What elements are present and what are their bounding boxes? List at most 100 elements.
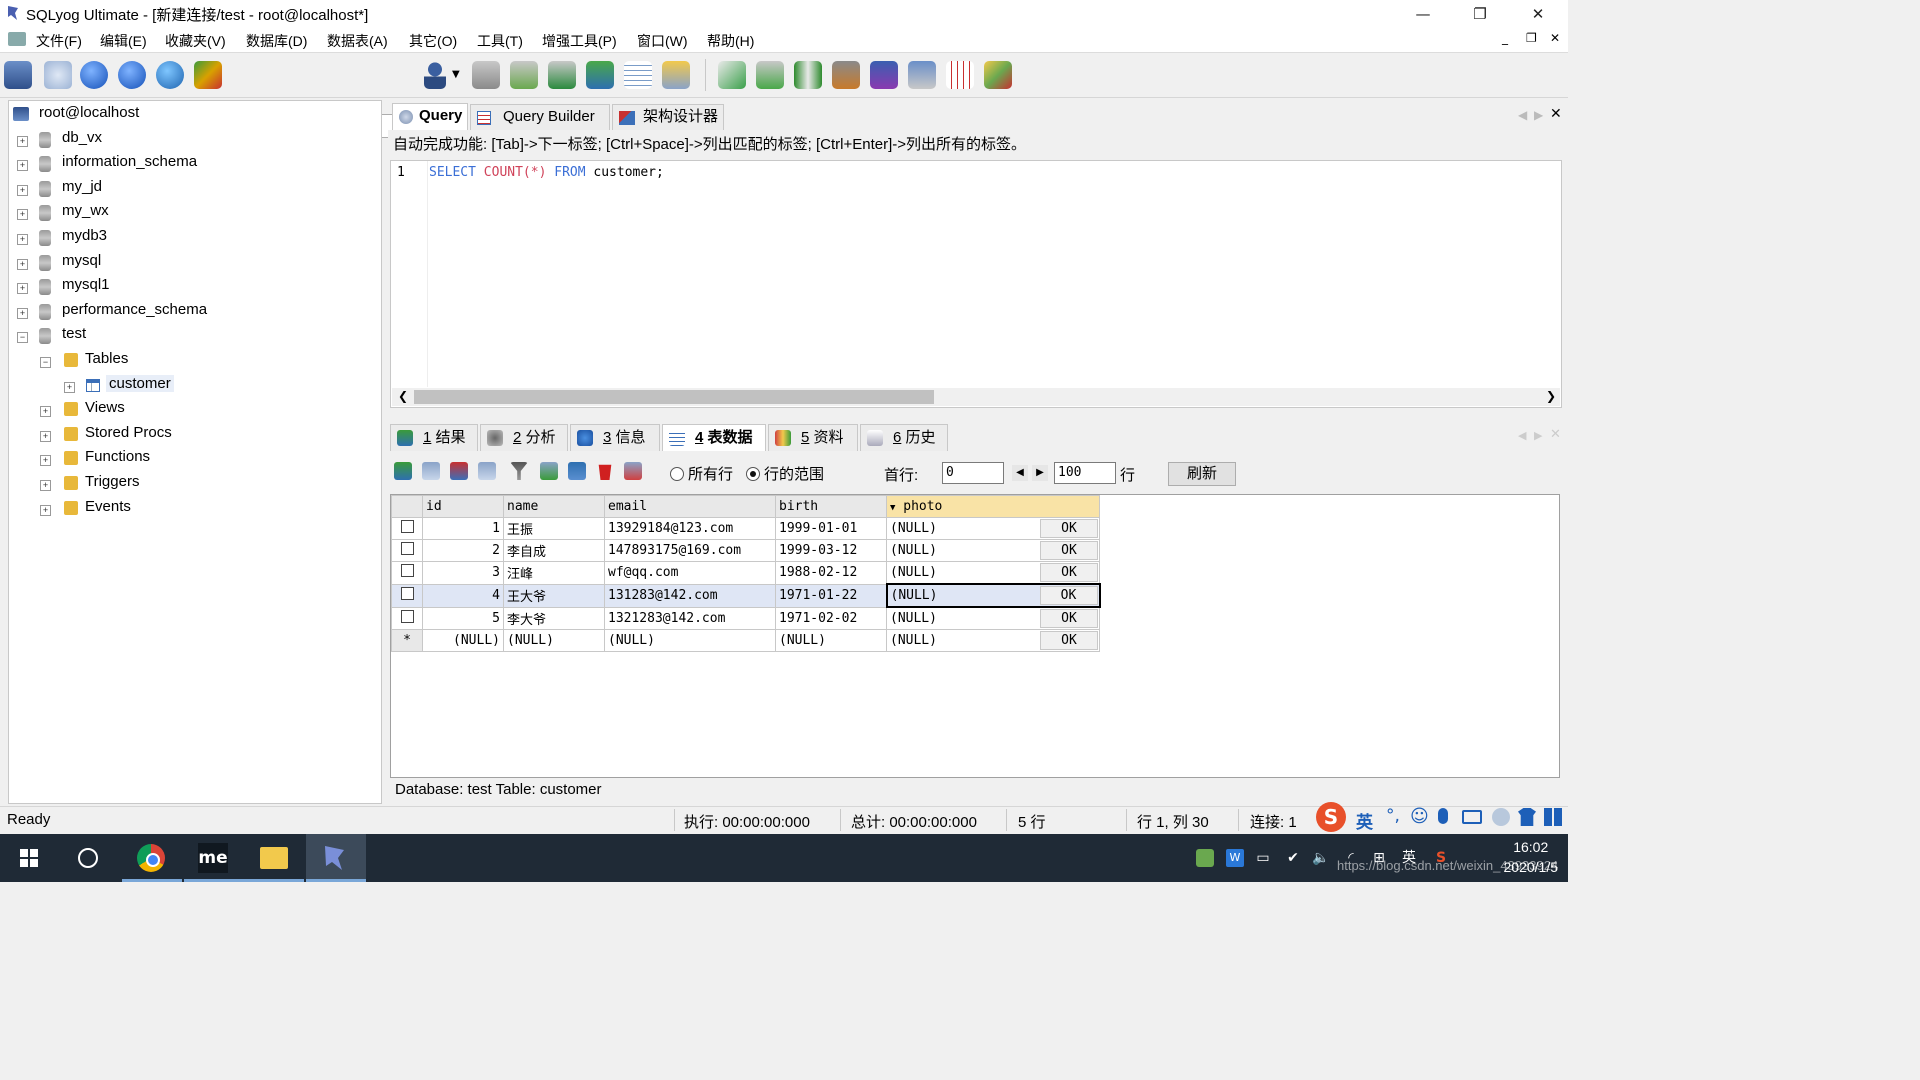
expand-icon[interactable]: + <box>17 135 28 147</box>
result-tab-4[interactable]: 4 表数据 <box>662 424 766 451</box>
expand-icon[interactable]: + <box>17 160 28 172</box>
explorer-taskbar-item[interactable] <box>244 834 304 882</box>
new-row[interactable]: * (NULL) (NULL) (NULL) (NULL) (NULL) OK <box>391 629 1100 652</box>
cell-id[interactable]: (NULL) <box>422 629 504 652</box>
table-row[interactable]: 2 李自成 147893175@169.com 1999-03-12 (NULL… <box>391 539 1100 562</box>
refresh-button[interactable]: 刷新 <box>1168 462 1236 486</box>
tab-query[interactable]: Query <box>392 103 468 131</box>
execute-all-icon[interactable] <box>118 61 146 89</box>
cell-email[interactable]: 1321283@142.com <box>604 606 776 630</box>
expand-icon[interactable]: + <box>17 258 28 270</box>
user-manager-icon[interactable] <box>424 61 446 89</box>
row-selector[interactable] <box>391 606 423 630</box>
sync-icon[interactable] <box>718 61 746 89</box>
maximize-button[interactable]: ❐ <box>1457 2 1503 26</box>
start-button[interactable] <box>0 834 60 882</box>
expand-icon[interactable]: + <box>17 184 28 196</box>
table-row[interactable]: 1 王振 13929184@123.com 1999-01-01 (NULL) O… <box>391 517 1100 540</box>
expand-icon[interactable]: + <box>40 430 51 442</box>
row-checkbox[interactable] <box>400 587 414 600</box>
blob-ok-button[interactable]: OK <box>1040 519 1098 538</box>
result-tab-2[interactable]: 2 分析 <box>480 424 568 451</box>
cell-id[interactable]: 1 <box>422 517 504 540</box>
mdi-close-button[interactable]: ✕ <box>1550 31 1560 45</box>
row-checkbox[interactable] <box>400 609 414 623</box>
tab-schema-designer[interactable]: 架构设计器 <box>612 104 724 130</box>
menu-edit[interactable]: 编辑(E) <box>100 31 147 51</box>
row-checkbox[interactable] <box>400 520 414 533</box>
expand-icon[interactable]: + <box>40 504 51 516</box>
mdi-restore-button[interactable]: ❐ <box>1526 31 1537 45</box>
result-tab-6[interactable]: 6 历史 <box>860 424 948 451</box>
scheduler-icon[interactable] <box>832 61 860 89</box>
execute-query-icon[interactable] <box>80 61 108 89</box>
cell-email[interactable]: 13929184@123.com <box>604 517 776 540</box>
tab-scroll-left-icon[interactable]: ◀ <box>1518 108 1527 122</box>
cell-email[interactable]: 131283@142.com <box>604 583 776 608</box>
battery-tray-icon[interactable]: ▭ <box>1254 849 1272 867</box>
cell-id[interactable]: 3 <box>422 561 504 585</box>
query-profiler-icon[interactable] <box>946 61 974 89</box>
row-range-radio[interactable]: 行的范围 <box>746 463 824 484</box>
duplicate-row-icon[interactable] <box>422 462 440 480</box>
table-row[interactable]: 4 王大爷 131283@142.com 1971-01-22 (NULL) OK <box>391 583 1101 608</box>
microphone-icon[interactable] <box>1438 808 1448 824</box>
column-header-email[interactable]: email <box>604 495 776 518</box>
blob-ok-button[interactable]: OK <box>1040 563 1098 582</box>
all-rows-radio[interactable]: 所有行 <box>670 463 733 484</box>
ime-language-toggle[interactable]: 英 <box>1356 808 1373 833</box>
row-select-header[interactable] <box>391 495 423 518</box>
process-list-icon[interactable] <box>908 61 936 89</box>
minimize-button[interactable]: — <box>1400 2 1446 26</box>
schema-icon[interactable] <box>662 61 690 89</box>
restore-db-icon[interactable] <box>510 61 538 89</box>
favorites-icon[interactable] <box>194 61 222 89</box>
cell-birth[interactable]: (NULL) <box>775 629 887 652</box>
mdi-doc-icon[interactable] <box>8 32 26 46</box>
table-data-icon[interactable] <box>624 61 652 89</box>
cancel-changes-icon[interactable] <box>478 462 496 480</box>
schema-designer-icon[interactable] <box>984 61 1012 89</box>
menu-database[interactable]: 数据库(D) <box>246 31 307 51</box>
cell-photo[interactable]: (NULL) OK <box>886 539 1100 562</box>
cell-birth[interactable]: 1971-01-22 <box>775 583 887 608</box>
cell-birth[interactable]: 1988-02-12 <box>775 561 887 585</box>
wps-tray-icon[interactable]: W <box>1226 849 1244 867</box>
expand-icon[interactable]: + <box>17 307 28 319</box>
expand-icon[interactable]: + <box>40 480 51 491</box>
result-tab-5[interactable]: 5 资料 <box>768 424 858 451</box>
cortana-button[interactable] <box>58 834 118 882</box>
cell-id[interactable]: 2 <box>422 539 504 562</box>
editor-horizontal-scrollbar[interactable]: ❮ ❯ <box>392 388 1560 406</box>
me-app-taskbar-item[interactable]: me <box>184 834 244 882</box>
expand-icon[interactable]: + <box>40 455 51 467</box>
expand-icon[interactable]: + <box>17 283 28 295</box>
sogou-logo-icon[interactable]: S <box>1316 802 1346 832</box>
cell-birth[interactable]: 1999-03-12 <box>775 539 887 562</box>
scroll-right-arrow-icon[interactable]: ❯ <box>1546 389 1556 403</box>
cell-name[interactable]: (NULL) <box>503 629 605 652</box>
skin-icon[interactable] <box>1518 808 1536 826</box>
blob-ok-button[interactable]: OK <box>1040 631 1098 650</box>
scrollbar-thumb[interactable] <box>414 390 934 404</box>
expand-icon[interactable]: + <box>64 381 75 393</box>
first-row-input[interactable]: 0 <box>942 462 1004 484</box>
cell-photo[interactable]: (NULL) OK <box>886 606 1100 630</box>
row-selector[interactable] <box>391 583 423 608</box>
new-connection-icon[interactable] <box>4 61 32 89</box>
menu-help[interactable]: 帮助(H) <box>707 31 754 51</box>
column-header-id[interactable]: id <box>422 495 504 518</box>
table-row[interactable]: 3 汪峰 wf@qq.com 1988-02-12 (NULL) OK <box>391 561 1100 585</box>
compare-icon[interactable] <box>794 61 822 89</box>
blob-ok-button[interactable]: OK <box>1039 586 1098 605</box>
row-selector[interactable] <box>391 539 423 562</box>
next-page-icon[interactable]: ▶ <box>1032 465 1048 481</box>
emoji-icon[interactable]: ☺ <box>1410 806 1429 827</box>
scroll-left-arrow-icon[interactable]: ❮ <box>398 389 408 403</box>
table-row[interactable]: 5 李大爷 1321283@142.com 1971-02-02 (NULL) O… <box>391 606 1100 630</box>
cell-name[interactable]: 王大爷 <box>503 583 605 608</box>
cell-photo[interactable]: (NULL) OK <box>886 629 1100 652</box>
sqlyog-taskbar-item[interactable] <box>306 834 366 882</box>
sql-editor[interactable]: 1 SELECT COUNT(*) FROM customer; <box>390 160 1562 408</box>
tab-scroll-right-icon[interactable]: ▶ <box>1534 108 1543 122</box>
